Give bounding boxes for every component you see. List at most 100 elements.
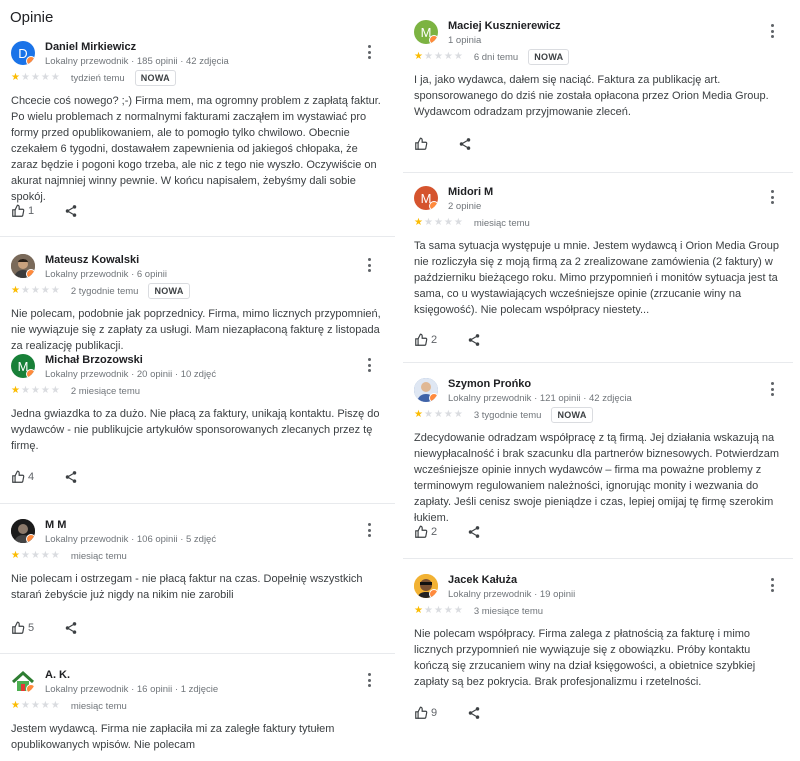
reviewer-name[interactable]: Michał Brzozowski (45, 354, 143, 366)
more-options-icon[interactable] (363, 356, 375, 374)
review-card: Szymon Prońko Lokalny przewodnik · 121 op… (403, 378, 798, 558)
review-divider (403, 172, 793, 173)
reviewer-name[interactable]: Daniel Mirkiewicz (45, 41, 136, 53)
star-icon: ★ (414, 51, 423, 62)
reviewer-avatar[interactable] (414, 574, 438, 598)
star-icon: ★ (443, 605, 453, 616)
local-guide-badge-icon (26, 369, 35, 378)
review-time: miesiąc temu (70, 700, 127, 712)
local-guide-badge-icon (429, 35, 438, 44)
more-options-icon[interactable] (766, 22, 778, 40)
review-time: miesiąc temu (70, 550, 127, 562)
star-icon: ★ (40, 700, 50, 711)
reviewer-avatar[interactable] (11, 669, 35, 693)
reviewer-meta: Lokalny przewodnik · 16 opinii · 1 zdjęc… (45, 684, 219, 695)
reviewer-name[interactable]: Szymon Prońko (448, 378, 531, 390)
share-icon[interactable] (64, 470, 78, 484)
star-icon: ★ (50, 385, 60, 396)
reviewer-meta: Lokalny przewodnik · 19 opinii (448, 589, 576, 600)
review-card: Jacek Kałuża Lokalny przewodnik · 19 opin… (403, 574, 798, 761)
share-icon[interactable] (467, 706, 481, 720)
reviewer-meta: Lokalny przewodnik · 20 opinii · 10 zdję… (45, 369, 217, 380)
reviewer-name[interactable]: M M (45, 519, 66, 531)
reviewer-meta: Lokalny przewodnik · 185 opinii · 42 zdj… (45, 56, 229, 67)
local-guide-badge-icon (429, 201, 438, 210)
more-options-icon[interactable] (363, 256, 375, 274)
like-count: 9 (431, 707, 438, 719)
share-icon[interactable] (467, 525, 481, 539)
star-rating: ★ ★ ★ ★ ★ (11, 73, 61, 83)
like-button[interactable]: 4 (11, 470, 34, 484)
share-icon[interactable] (458, 137, 472, 151)
rating-row: ★ ★ ★ ★ ★ miesiąc temu (414, 216, 530, 230)
thumbs-up-icon (11, 621, 25, 635)
review-card: M Midori M2 opinie ★ ★ ★ ★ ★ miesiąc temu Ta sam… (403, 186, 798, 362)
local-guide-badge-icon (429, 393, 438, 402)
reviewer-name[interactable]: A. K. (45, 669, 70, 681)
reviewer-name[interactable]: Maciej Kusznierewicz (448, 20, 561, 32)
reviewer-meta: Lokalny przewodnik · 6 opinii (45, 269, 167, 280)
star-icon: ★ (30, 72, 40, 83)
star-rating: ★ ★ ★ ★ ★ (414, 52, 464, 62)
review-text: Zdecydowanie odradzam współpracę z tą fi… (414, 432, 780, 524)
reviewer-meta: Lokalny przewodnik · 121 opinii · 42 zdj… (448, 393, 632, 404)
thumbs-up-icon (414, 706, 428, 720)
review-actions: 2 (414, 525, 481, 539)
more-options-icon[interactable] (766, 576, 778, 594)
like-button[interactable] (414, 137, 428, 151)
like-count: 1 (28, 205, 35, 217)
reviewer-avatar[interactable]: M (414, 20, 438, 44)
star-rating: ★ ★ ★ ★ ★ (414, 410, 464, 420)
local-guide-badge-icon (26, 534, 35, 543)
reviewer-name[interactable]: Mateusz Kowalski (45, 254, 139, 266)
star-rating: ★ ★ ★ ★ ★ (11, 286, 61, 296)
reviewer-name[interactable]: Midori M (448, 186, 493, 198)
reviewer-avatar[interactable]: M (414, 186, 438, 210)
star-icon: ★ (423, 409, 433, 420)
reviewer-meta: 1 opinia (448, 35, 482, 46)
star-icon: ★ (40, 385, 50, 396)
reviews-column-left: Opinie D Daniel Mirkiewicz Lokalny przewod… (0, 0, 395, 761)
star-icon: ★ (30, 550, 40, 561)
review-divider (0, 503, 395, 504)
like-button[interactable]: 5 (11, 621, 34, 635)
review-card: A. K. Lokalny przewodnik · 16 opinii · 1 … (0, 669, 395, 761)
reviewer-avatar[interactable] (11, 519, 35, 543)
more-options-icon[interactable] (766, 380, 778, 398)
more-options-icon[interactable] (363, 521, 375, 539)
review-actions: 2 (414, 333, 481, 347)
new-badge: NOWA (148, 283, 190, 299)
local-guide-badge-icon (429, 589, 438, 598)
rating-row: ★ ★ ★ ★ ★ 3 tygodnie temu NOWA (414, 407, 593, 423)
like-button[interactable]: 1 (11, 204, 34, 218)
like-button[interactable]: 2 (414, 525, 437, 539)
star-icon: ★ (50, 700, 60, 711)
rating-row: ★ ★ ★ ★ ★ tydzień temu NOWA (11, 70, 176, 86)
local-guide-badge-icon (26, 269, 35, 278)
review-text: Jedna gwiazdka to za dużo. Nie płacą za … (11, 408, 380, 452)
like-count: 2 (431, 526, 438, 538)
star-icon: ★ (50, 550, 60, 561)
reviewer-avatar[interactable] (414, 378, 438, 402)
star-icon: ★ (50, 72, 60, 83)
share-icon[interactable] (64, 621, 78, 635)
star-icon: ★ (11, 550, 20, 561)
reviewer-avatar[interactable]: D (11, 41, 35, 65)
new-badge: NOWA (551, 407, 593, 423)
like-button[interactable]: 2 (414, 333, 437, 347)
star-icon: ★ (40, 72, 50, 83)
reviewer-avatar[interactable] (11, 254, 35, 278)
review-actions (414, 137, 472, 151)
rating-row: ★ ★ ★ ★ ★ miesiąc temu (11, 699, 127, 713)
more-options-icon[interactable] (363, 43, 375, 61)
review-actions: 1 (11, 204, 78, 218)
star-icon: ★ (20, 550, 30, 561)
share-icon[interactable] (64, 204, 78, 218)
more-options-icon[interactable] (363, 671, 375, 689)
more-options-icon[interactable] (766, 188, 778, 206)
like-button[interactable]: 9 (414, 706, 437, 720)
reviewer-avatar[interactable]: M (11, 354, 35, 378)
rating-row: ★ ★ ★ ★ ★ 2 tygodnie temu NOWA (11, 283, 190, 299)
reviewer-name[interactable]: Jacek Kałuża (448, 574, 517, 586)
share-icon[interactable] (467, 333, 481, 347)
